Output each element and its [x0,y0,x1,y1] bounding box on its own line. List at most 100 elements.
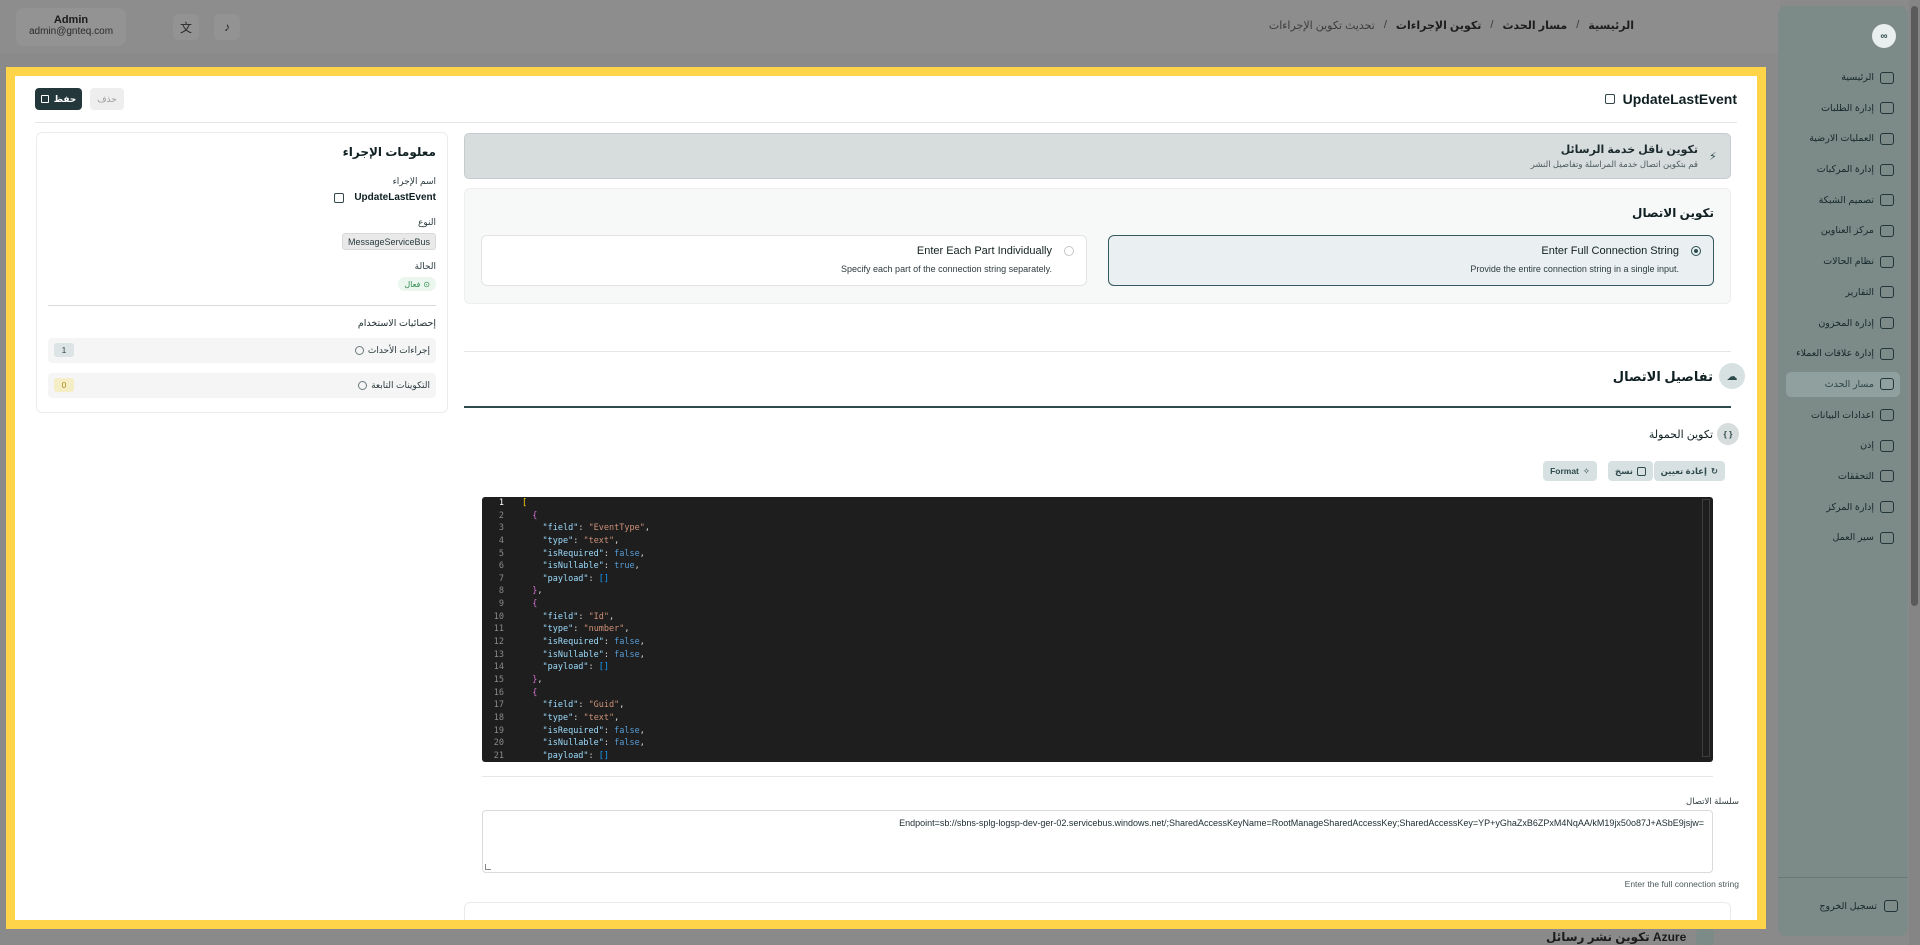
radio-selected[interactable] [1691,246,1701,256]
line-number: 14 [493,662,504,673]
code-line: "field": "Guid", [542,700,625,711]
breadcrumb-current: تحديث تكوين الإجراءات [1268,20,1375,32]
user-menu[interactable]: Admin admin@gnteq.com [16,8,126,46]
breadcrumb-separator: / [1576,19,1580,31]
app-logo: ∞ [1872,24,1896,48]
type-chip: MessageServiceBus [341,233,436,250]
delete-button[interactable]: حذف [90,88,124,110]
line-number: 18 [493,712,504,723]
translate-icon[interactable]: 文 [173,14,199,40]
stat-row: إجراءات الأحداث 1 [48,338,436,363]
logout-icon [1884,900,1898,912]
breadcrumb-event-flow[interactable]: مسار الحدث [1502,19,1567,32]
code-line: { [532,510,538,521]
page-title: UpdateLastEvent [1604,91,1737,107]
sidebar-nav: الرئيسية إدارة الطلبات العمليات الارضية إدا… [1786,65,1900,556]
connection-config-title: تكوين الاتصال [1632,206,1714,220]
validation-icon [1880,470,1894,483]
full-connection-option[interactable]: Enter Full Connection String Provide the… [1108,235,1714,286]
workflow-icon [1880,531,1894,544]
code-line: "isNullable": false, [542,649,645,660]
save-button[interactable]: حفظ [35,88,82,110]
code-line: "payload": [] [542,662,610,673]
divider [464,351,1731,352]
cloud-sync-icon: ☁ [1719,363,1745,389]
bell-icon[interactable]: ♪ [214,14,240,40]
info-icon[interactable] [358,381,368,390]
status-text: فعال [404,279,421,289]
permission-icon [1880,439,1894,452]
page-title-text: UpdateLastEvent [1622,91,1737,107]
connection-string-input[interactable]: Endpoint=sb://sbns-splg-logsp-dev-ger-02… [482,810,1713,873]
info-icon[interactable] [354,346,364,355]
line-number: 21 [493,750,504,761]
connection-details-title: تفاصيل الاتصال [1612,369,1713,384]
line-numbers: 1 2 3 4 5 6 7 8 9 10 11 12 13 14 15 16 17 18 19 20 21 [482,497,506,762]
line-number: 5 [498,548,504,559]
sidebar-item[interactable]: التقارير [1786,280,1900,305]
name-value: UpdateLastEvent [334,192,436,203]
sidebar-item[interactable]: إدارة المركز [1786,495,1900,520]
code-line: "field": "EventType", [542,523,650,534]
stats-title: إحصائيات الاستخدام [357,318,436,329]
crm-icon [1880,347,1894,360]
code-line: }, [532,586,543,597]
code-line: "type": "text", [542,712,620,723]
sidebar-item[interactable]: إدارة الطلبات [1786,96,1900,121]
name-label: اسم الإجراء [392,176,436,186]
scrollbar-thumb[interactable] [1911,6,1918,606]
format-label: Format [1550,466,1579,476]
divider [1778,877,1908,878]
reset-button[interactable]: إعادة تعيين ↻ [1653,461,1725,481]
sidebar-item[interactable]: إدارة المخزون [1786,311,1900,336]
breadcrumb: الرئيسية / مسار الحدث / تكوين الإجراءات … [1269,19,1634,32]
sidebar-item[interactable]: مسار الحدث [1786,371,1900,397]
sidebar-item[interactable]: إدارة المركبات [1786,157,1900,182]
top-bar: Admin admin@gnteq.com 文 ♪ الرئيسية / مسا… [0,0,1780,54]
sidebar-item[interactable]: مركز العناوين [1786,218,1900,243]
copy-icon[interactable] [334,192,345,203]
sidebar-item[interactable]: إدارة علاقات العملاء [1786,341,1900,366]
page-scrollbar[interactable] [1909,0,1920,945]
sidebar-item-label: إدارة المخزون [1818,317,1874,329]
breadcrumb-home[interactable]: الرئيسية [1588,19,1634,32]
sidebar-item[interactable]: العمليات الارضية [1786,126,1900,151]
sidebar-item[interactable]: إذن [1786,433,1900,458]
individual-parts-option[interactable]: Enter Each Part Individually Specify eac… [481,235,1087,286]
line-number: 12 [493,637,504,648]
copy-icon[interactable] [1604,94,1615,104]
code-content[interactable]: [ { "field": "EventType", "type": "text"… [522,497,650,762]
azure-icon [1696,929,1715,945]
sidebar-item[interactable]: التحققات [1786,464,1900,489]
resize-handle[interactable] [485,864,491,870]
line-number: 20 [493,738,504,749]
line-number: 16 [493,687,504,698]
line-number: 4 [498,535,504,546]
name-value-text: UpdateLastEvent [354,192,436,203]
sidebar-item-label: التقارير [1845,286,1874,298]
sidebar-item-label: إدارة الطلبات [1821,102,1874,114]
truck-icon [1880,163,1894,176]
editor-scrollbar[interactable] [1702,499,1710,757]
line-number: 7 [498,573,504,584]
line-number: 1 [498,498,504,508]
code-line: { [532,599,538,610]
sidebar-item[interactable]: سير العمل [1786,525,1900,550]
breadcrumb-action-config[interactable]: تكوين الإجراءات [1396,19,1481,32]
code-line: }, [532,674,543,685]
sidebar-item-label: إدارة المركبات [1816,164,1874,176]
logout-button[interactable]: تسجيل الخروج [1819,900,1898,912]
format-button[interactable]: Format ✧ [1543,461,1597,481]
line-number: 9 [498,599,504,610]
code-editor[interactable]: 1 2 3 4 5 6 7 8 9 10 11 12 13 14 15 16 17 18 19 20 21 [ { "f… [482,497,1713,762]
radio-unselected[interactable] [1064,246,1074,256]
divider [482,776,1713,777]
user-email: admin@gnteq.com [28,26,114,37]
background-section-label: تكوين نشر رسائل Azure [1546,930,1687,944]
sidebar-item[interactable]: الرئيسية [1786,65,1900,90]
sidebar-item[interactable]: نظام الحالات [1786,249,1900,274]
event-flow-icon [1880,378,1894,391]
sidebar-item[interactable]: اعدادات البيانات [1786,403,1900,428]
sidebar-item[interactable]: تصميم الشبكة [1786,188,1900,213]
copy-button[interactable]: نسخ [1608,461,1653,481]
